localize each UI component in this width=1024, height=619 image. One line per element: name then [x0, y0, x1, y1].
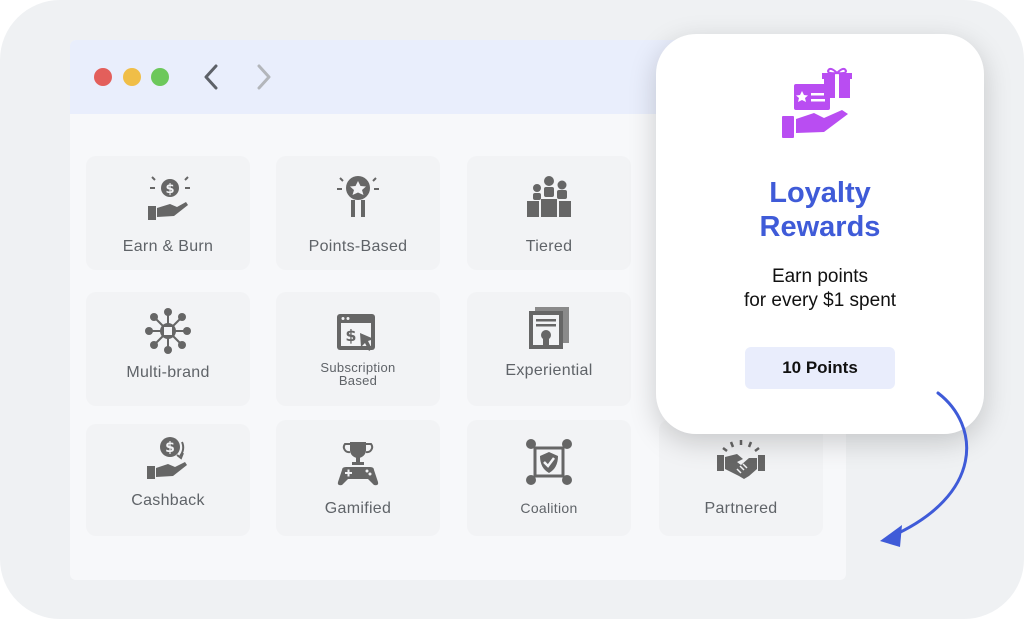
- program-label: Points-Based: [308, 238, 408, 255]
- back-button[interactable]: [199, 63, 223, 91]
- maximize-window-button[interactable]: [151, 68, 169, 86]
- cashback-hand-icon: $: [147, 437, 187, 479]
- trophy-gamepad-icon: [337, 442, 379, 486]
- program-card-tiered[interactable]: Tiered: [467, 156, 631, 270]
- subscription-window-icon: $: [337, 314, 375, 351]
- program-card-cashback[interactable]: $ Cashback: [86, 424, 250, 536]
- chevron-right-icon: [257, 64, 271, 90]
- award-ribbon-icon: [337, 176, 379, 217]
- chevron-left-icon: [204, 64, 218, 90]
- curved-arrow-icon: [880, 391, 969, 547]
- network-hub-icon: [145, 308, 191, 354]
- program-card-multi-brand[interactable]: Multi-brand: [86, 292, 250, 406]
- svg-text:$: $: [165, 182, 174, 197]
- reward-title-line: Rewards: [759, 211, 881, 243]
- program-card-experiential[interactable]: Experiential: [467, 292, 631, 406]
- reward-description-line: for every $1 spent: [743, 290, 897, 311]
- program-card-coalition[interactable]: Coalition: [467, 420, 631, 536]
- svg-text:$: $: [165, 440, 175, 456]
- certificate-icon: [529, 307, 569, 349]
- reward-title: Loyalty Rewards: [656, 176, 984, 244]
- program-label: Earn & Burn: [122, 238, 214, 255]
- program-card-gamified[interactable]: Gamified: [276, 420, 440, 536]
- program-card-partnered[interactable]: Partnered: [659, 420, 823, 536]
- reward-description-line: Earn points: [771, 266, 869, 287]
- program-label: Coalition: [520, 500, 578, 516]
- program-card-earn-burn[interactable]: $ Earn & Burn: [86, 156, 250, 270]
- program-label: Experiential: [505, 362, 593, 379]
- program-label: Gamified: [324, 500, 392, 517]
- forward-button[interactable]: [252, 63, 276, 91]
- program-label: Partnered: [704, 500, 778, 517]
- svg-text:$: $: [345, 326, 356, 345]
- program-label: Multi-brand: [126, 364, 210, 381]
- program-label: Tiered: [525, 238, 573, 255]
- podium-people-icon: [527, 176, 571, 217]
- minimize-window-button[interactable]: [123, 68, 141, 86]
- handshake-icon: [717, 440, 765, 479]
- loyalty-rewards-card: Loyalty Rewards Earn points for every $1…: [656, 34, 984, 434]
- coalition-shield-icon: [526, 439, 572, 485]
- reward-title-line: Loyalty: [769, 177, 871, 209]
- program-card-subscription-based[interactable]: $ Subscription Based: [276, 292, 440, 406]
- program-label: Cashback: [131, 492, 205, 509]
- close-window-button[interactable]: [94, 68, 112, 86]
- program-card-points-based[interactable]: Points-Based: [276, 156, 440, 270]
- gift-card-hand-icon: [782, 67, 852, 138]
- hand-coin-icon: $: [148, 176, 190, 220]
- reward-description: Earn points for every $1 spent: [656, 265, 984, 313]
- points-badge[interactable]: 10 Points: [745, 347, 895, 389]
- program-label: Subscription Based: [320, 360, 396, 388]
